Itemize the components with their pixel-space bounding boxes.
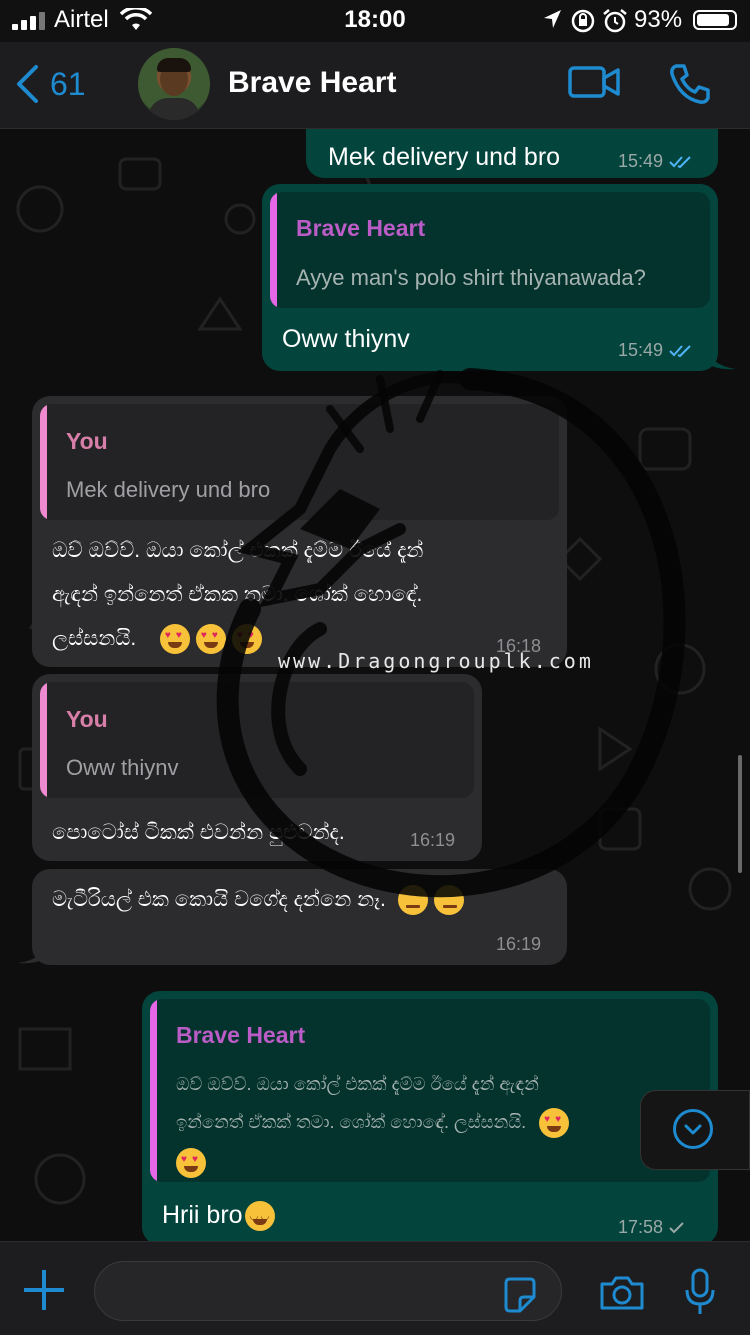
message-text-line: ලස්සනයි. ♥ ♥ ♥ ♥ ♥ ♥ — [52, 616, 268, 662]
quote-accent-bar — [150, 999, 157, 1182]
back-chevron-icon — [17, 65, 38, 103]
timestamp: 16:19 — [496, 934, 542, 954]
sticker-icon[interactable] — [502, 1277, 538, 1313]
message-text-line: ඇඳන් ඉන්නෙත් ඒකක තමා. ශෝක් හොඳේ. — [52, 583, 423, 606]
back-button[interactable]: 61 — [14, 64, 86, 104]
chat-area[interactable]: Mek delivery und bro 15:49 Brave Heart A… — [0, 129, 750, 1241]
heart-eyes-emoji-icon: ♥ ♥ — [231, 624, 262, 655]
message-meta: 16:18 — [496, 636, 541, 657]
message-text-line: Hrii bro ◡ ◡ — [162, 1193, 281, 1237]
battery-percentage: 93% — [634, 6, 683, 33]
message-bubble-outgoing[interactable]: Brave Heart Ayye man's polo shirt thiyan… — [262, 184, 718, 371]
message-meta: 15:49 — [618, 151, 693, 172]
scrollbar[interactable] — [738, 755, 742, 873]
scroll-to-bottom-button[interactable] — [640, 1090, 750, 1170]
message-text: පොටෝස් ටිකක් එවන්න පුළුවන්ද. — [52, 821, 345, 844]
message-text: මැටීරියල් එක කොයි වගේද දන්නෙ නෑ. — [52, 888, 386, 911]
alarm-icon — [603, 9, 627, 33]
heart-eyes-emoji-icon: ♥ ♥ — [539, 1108, 570, 1139]
unread-count: 61 — [50, 65, 86, 102]
timestamp: 16:19 — [410, 830, 456, 850]
message-bubble-incoming[interactable]: මැටීරියල් එක කොයි වගේද දන්නෙ නෑ. 16:19 — [32, 869, 567, 965]
contact-name[interactable]: Brave Heart — [228, 66, 396, 100]
quote-sender: You — [66, 428, 108, 454]
message-text: Oww thiynv — [282, 325, 410, 353]
read-receipt-icon — [669, 155, 691, 168]
quote-sender: Brave Heart — [296, 215, 426, 241]
message-meta: 15:49 — [618, 340, 693, 361]
bubble-tail — [18, 935, 54, 964]
message-bubble-incoming[interactable]: You Mek delivery und bro ඔව් ඔව්ව්. ඔයා … — [32, 396, 567, 667]
quote-accent-bar — [40, 404, 47, 520]
quoted-message[interactable]: Brave Heart ඔව් ඔව්ව්. ඔයා කෝල් එකක් දැම… — [150, 999, 710, 1182]
quote-text: Ayye man's polo shirt thiyanawada? — [296, 265, 646, 290]
quote-accent-bar — [40, 682, 47, 798]
message-bubble-incoming[interactable]: You Oww thiynv පොටෝස් ටිකක් එවන්න පුළුවන… — [32, 674, 482, 861]
timestamp: 16:18 — [496, 636, 542, 656]
timestamp: 17:58 — [618, 1217, 664, 1237]
quote-sender: Brave Heart — [176, 1022, 306, 1048]
location-arrow-icon — [544, 10, 561, 28]
message-meta: 16:19 — [496, 934, 541, 955]
message-input-bar — [0, 1241, 750, 1335]
quote-sender: You — [66, 706, 108, 732]
quote-emoji-line: ♥ ♥ — [176, 1143, 212, 1181]
quote-text: ඔව් ඔව්ව්. ඔයා කෝල් එකක් දැම්ම ඊයේ දැන් … — [176, 1074, 539, 1094]
message-meta: 17:58 — [618, 1217, 685, 1238]
message-bubble-outgoing[interactable]: Mek delivery und bro 15:49 — [306, 129, 718, 178]
status-bar: Airtel 18:00 93% — [0, 0, 750, 42]
battery-icon — [693, 10, 737, 30]
message-meta: 16:19 — [410, 830, 455, 851]
zipper-mouth-emoji-icon — [397, 885, 428, 916]
chat-header: 61 Brave Heart — [0, 42, 750, 129]
message-text-line: ඔව් ඔව්ව්. ඔයා කෝල් එකක් දැම්ම ඊයේ දැන් — [52, 539, 424, 562]
timestamp: 15:49 — [618, 151, 664, 171]
video-call-icon[interactable] — [568, 62, 620, 102]
scroll-down-icon — [673, 1109, 713, 1149]
microphone-icon[interactable] — [684, 1268, 716, 1316]
phone-call-icon[interactable] — [668, 62, 712, 106]
message-bubble-outgoing[interactable]: Brave Heart ඔව් ඔව්ව්. ඔයා කෝල් එකක් දැම… — [142, 991, 718, 1241]
orientation-lock-icon — [571, 9, 595, 33]
quoted-message[interactable]: Brave Heart Ayye man's polo shirt thiyan… — [270, 192, 710, 308]
heart-eyes-emoji-icon: ♥ ♥ — [195, 624, 226, 655]
quote-text: Mek delivery und bro — [66, 477, 271, 502]
camera-icon[interactable] — [598, 1274, 646, 1312]
sent-tick-icon — [669, 1221, 684, 1233]
heart-eyes-emoji-icon: ♥ ♥ — [159, 624, 190, 655]
avatar[interactable] — [138, 48, 210, 120]
quote-text: ඉන්නෙත් ඒකක් තමා. ශෝක් හොඳේ. ලස්සනයි. ♥ ♥ — [176, 1103, 575, 1141]
smiling-face-with-hearts-emoji-icon: ◡ ◡ — [244, 1201, 275, 1232]
message-text: Mek delivery und bro — [328, 143, 561, 171]
timestamp: 15:49 — [618, 340, 664, 360]
plus-icon[interactable] — [24, 1270, 64, 1310]
read-receipt-icon — [669, 344, 691, 357]
message-text-line: මැටීරියල් එක කොයි වගේද දන්නෙ නෑ. — [52, 877, 470, 923]
heart-eyes-emoji-icon: ♥ ♥ — [176, 1148, 206, 1179]
quoted-message[interactable]: You Mek delivery und bro — [40, 404, 559, 520]
unamused-face-emoji-icon — [433, 885, 464, 916]
message-text: Hrii bro — [162, 1201, 243, 1229]
message-input[interactable] — [94, 1261, 562, 1321]
quote-accent-bar — [270, 192, 277, 308]
bubble-tail — [700, 341, 736, 370]
message-text: ලස්සනයි. — [52, 627, 137, 650]
quote-text: Oww thiynv — [66, 755, 179, 780]
quoted-message[interactable]: You Oww thiynv — [40, 682, 474, 798]
